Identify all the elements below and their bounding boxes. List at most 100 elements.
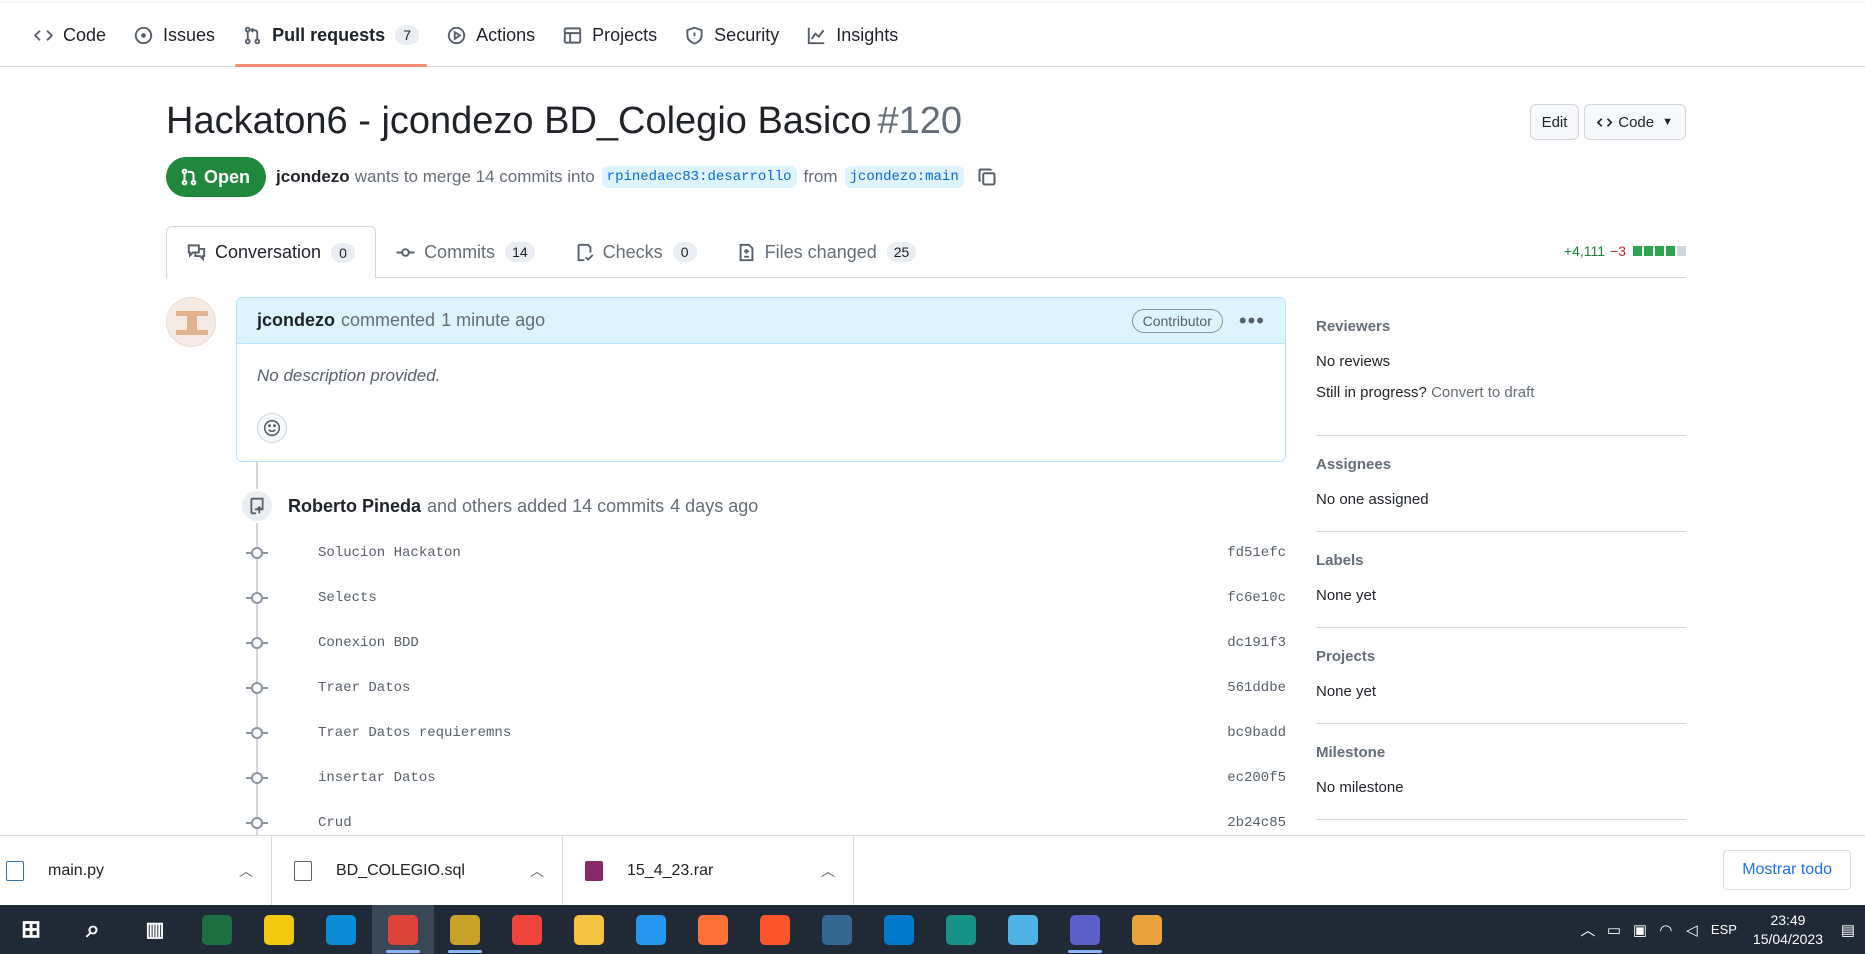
- avatar[interactable]: [166, 297, 216, 347]
- wifi-icon[interactable]: ◠: [1653, 921, 1679, 939]
- convert-to-draft-link[interactable]: Convert to draft: [1431, 384, 1534, 401]
- taskbar-app[interactable]: [992, 905, 1054, 954]
- brave-icon: [760, 914, 790, 945]
- language-indicator[interactable]: ESP: [1711, 922, 1737, 937]
- tab-checks-label: Checks: [602, 241, 663, 262]
- milestone-title[interactable]: Milestone: [1316, 744, 1686, 761]
- tab-conversation[interactable]: Conversation 0: [166, 226, 377, 279]
- tab-files-changed[interactable]: Files changed 25: [717, 226, 937, 278]
- git-commit-icon: [246, 636, 268, 650]
- commit-message[interactable]: Solucion Hackaton: [318, 545, 1227, 561]
- commit-message[interactable]: Traer Datos: [318, 680, 1227, 696]
- clock[interactable]: 23:49 15/04/2023: [1753, 911, 1823, 949]
- taskbar-app[interactable]: [434, 905, 496, 954]
- nav-pull-requests[interactable]: Pull requests 7: [233, 4, 429, 67]
- chevron-up-icon[interactable]: ︿: [1575, 919, 1601, 940]
- show-all-downloads-button[interactable]: Mostrar todo: [1723, 850, 1851, 890]
- chevron-up-icon[interactable]: ︿: [239, 861, 253, 881]
- taskbar-app[interactable]: ⌕: [62, 905, 124, 954]
- tab-checks[interactable]: Checks 0: [555, 226, 717, 278]
- commit-sha[interactable]: ec200f5: [1227, 770, 1286, 786]
- commit-message[interactable]: Conexion BDD: [318, 635, 1227, 651]
- commit-row: Traer Datos requieremns bc9badd: [246, 721, 1286, 745]
- commit-sha[interactable]: bc9badd: [1227, 725, 1286, 741]
- taskbar-app[interactable]: [372, 905, 434, 954]
- nav-security[interactable]: Security: [675, 4, 789, 66]
- nav-issues-label: Issues: [163, 24, 216, 45]
- commit-sha[interactable]: fd51efc: [1227, 545, 1286, 561]
- event-text: and others added 14 commits: [427, 495, 665, 516]
- labels-title[interactable]: Labels: [1316, 552, 1686, 569]
- comment-author[interactable]: jcondezo: [257, 310, 335, 331]
- postgresql-icon: [822, 914, 852, 945]
- event-author[interactable]: Roberto Pineda: [288, 496, 421, 517]
- pr-status-row: Open jcondezo wants to merge 14 commits …: [166, 157, 997, 197]
- copy-icon[interactable]: [977, 167, 997, 187]
- teams-icon: [1070, 914, 1100, 945]
- taskbar-app[interactable]: [248, 905, 310, 954]
- taskbar-app[interactable]: ⊞: [0, 905, 62, 954]
- taskbar-app[interactable]: [1054, 905, 1116, 954]
- commit-sha[interactable]: fc6e10c: [1227, 590, 1286, 606]
- code-dropdown-button[interactable]: Code ▼: [1584, 104, 1686, 140]
- tab-commits-count: 14: [505, 242, 535, 262]
- diffstat-block: [1666, 246, 1675, 256]
- taskbar-app[interactable]: [310, 905, 372, 954]
- git-commit-icon: [246, 591, 268, 605]
- taskbar-app[interactable]: [496, 905, 558, 954]
- taskbar-app[interactable]: [806, 905, 868, 954]
- taskbar-app[interactable]: [1116, 905, 1178, 954]
- assignees-title[interactable]: Assignees: [1316, 456, 1686, 473]
- meet-now-icon[interactable]: ▭: [1601, 921, 1627, 939]
- taskbar-app[interactable]: [868, 905, 930, 954]
- reviewers-title[interactable]: Reviewers: [1316, 318, 1686, 335]
- taskbar-app[interactable]: [620, 905, 682, 954]
- volume-icon[interactable]: ◁: [1679, 921, 1705, 939]
- commit-message[interactable]: Crud: [318, 815, 1227, 831]
- event-time[interactable]: 4 days ago: [670, 496, 758, 517]
- commit-sha[interactable]: 2b24c85: [1227, 815, 1286, 831]
- taskbar-app[interactable]: [930, 905, 992, 954]
- nav-insights[interactable]: Insights: [797, 4, 908, 66]
- commit-message[interactable]: insertar Datos: [318, 770, 1227, 786]
- sidebar-labels: Labels None yet: [1316, 544, 1686, 628]
- taskbar-app[interactable]: [744, 905, 806, 954]
- notifications-icon[interactable]: ▤: [1835, 921, 1861, 939]
- python-file-icon: [6, 860, 24, 881]
- pr-number: #120: [877, 100, 963, 142]
- download-item[interactable]: BD_COLEGIO.sql ︿: [272, 835, 563, 906]
- taskbar-app[interactable]: [682, 905, 744, 954]
- network-status-icon[interactable]: ▣: [1627, 921, 1653, 939]
- chevron-up-icon[interactable]: ︿: [821, 861, 835, 881]
- comment-time[interactable]: 1 minute ago: [441, 310, 545, 331]
- nav-pull-requests-label: Pull requests: [272, 24, 386, 45]
- taskbar-app[interactable]: ▥: [124, 905, 186, 954]
- commit-message[interactable]: Traer Datos requieremns: [318, 725, 1227, 741]
- tab-commits[interactable]: Commits 14: [376, 226, 555, 278]
- add-reaction-button[interactable]: [257, 413, 287, 443]
- git-pull-request-icon: [244, 26, 261, 44]
- pr-author-link[interactable]: jcondezo: [276, 167, 350, 187]
- notepad-icon: [1008, 914, 1038, 945]
- commit-sha[interactable]: dc191f3: [1227, 635, 1286, 651]
- download-item[interactable]: 15_4_23.rar ︿: [563, 835, 854, 906]
- taskbar-app[interactable]: [186, 905, 248, 954]
- git-commit-icon: [246, 726, 268, 740]
- taskbar-app[interactable]: [558, 905, 620, 954]
- commits-added-event: Roberto Pineda and others added 14 commi…: [240, 488, 758, 524]
- projects-title[interactable]: Projects: [1316, 648, 1686, 665]
- excel-icon: [202, 914, 232, 945]
- tab-conversation-count: 0: [331, 242, 356, 263]
- nav-issues[interactable]: Issues: [124, 4, 225, 66]
- edit-button[interactable]: Edit: [1530, 104, 1579, 140]
- commit-message[interactable]: Selects: [318, 590, 1227, 606]
- nav-actions[interactable]: Actions: [437, 4, 545, 66]
- nav-projects[interactable]: Projects: [553, 4, 667, 66]
- base-branch[interactable]: rpinedaec83:desarrollo: [601, 166, 797, 188]
- kebab-horizontal-icon[interactable]: •••: [1239, 309, 1265, 331]
- download-item[interactable]: main.py ︿: [0, 835, 272, 906]
- commit-sha[interactable]: 561ddbe: [1227, 680, 1286, 696]
- chevron-up-icon[interactable]: ︿: [530, 861, 544, 881]
- nav-code[interactable]: Code: [24, 4, 116, 66]
- head-branch[interactable]: jcondezo:main: [844, 166, 964, 188]
